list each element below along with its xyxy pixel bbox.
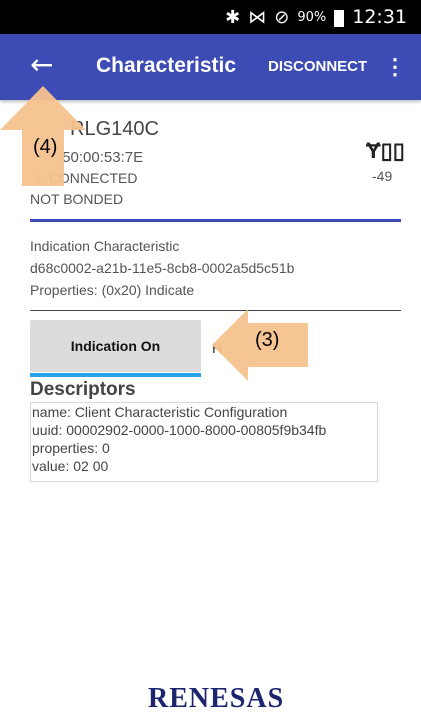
indication-toggle-button[interactable]: Indication On [30,320,201,372]
descriptor-uuid: uuid: 00002902-0000-1000-8000-00805f9b34… [32,422,327,438]
callout-label-indication: (3) [255,329,280,351]
status-icons: ✱ ⋈ ⊘ 90% 12:31 [225,6,407,28]
do-not-disturb-icon: ⊘ [274,6,290,28]
renesas-logo: RENESAS [148,683,284,715]
page-title: Characteristic [96,54,237,77]
callout-label-back: (4) [33,136,58,158]
bond-status: NOT BONDED [30,191,124,207]
indication-active-indicator [30,373,201,377]
battery-icon [334,9,345,27]
bluetooth-icon: ✱ [225,6,241,28]
more-vert-icon[interactable]: ⋮ [384,54,406,80]
signal-strength-icon: Ɏ▯▯ [366,138,405,163]
characteristic-uuid: d68c0002-a21b-11e5-8cb8-0002a5d5c51b [30,260,295,276]
logo-text: RENESAS [148,683,285,714]
rssi-value: -49 [372,168,393,184]
divider [30,219,401,222]
descriptor-properties: properties: 0 [32,440,110,456]
characteristic-name: Indication Characteristic [30,238,180,254]
characteristic-properties: Properties: (0x20) Indicate [30,282,195,298]
descriptor-name: name: Client Characteristic Configuratio… [32,404,288,420]
clock: 12:31 [352,6,407,28]
descriptor-value: value: 02 00 [32,458,109,474]
battery-percent: 90% [297,9,327,25]
arrow-left-icon[interactable]: ← [30,48,53,81]
descriptors-title: Descriptors [30,379,136,400]
vibrate-icon: ⋈ [248,6,267,28]
disconnect-button[interactable]: DISCONNECT [268,58,367,75]
status-bar: ✱ ⋈ ⊘ 90% 12:31 [0,0,421,34]
